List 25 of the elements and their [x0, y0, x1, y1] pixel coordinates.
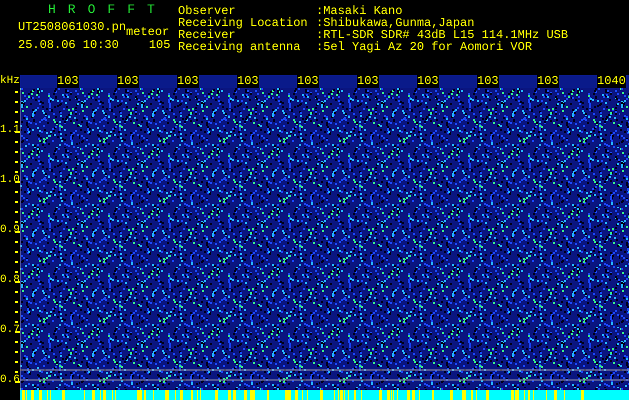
field-value: :RTL-SDR SDR# 43dB L15 114.1MHz USB — [316, 29, 568, 41]
echo-count: 105 — [148, 38, 170, 52]
axis-label: 103 — [417, 74, 439, 88]
file-name: UT2508061030.pn — [18, 20, 126, 34]
date-time: 25.08.06 10:30 — [18, 38, 119, 52]
axis-label: 103 — [477, 74, 499, 88]
axis-label: 103 — [537, 74, 559, 88]
axis-label: 1040 — [597, 74, 626, 88]
axis-label: 103 — [117, 74, 139, 88]
axis-unit: kHz — [0, 75, 21, 88]
field-value: :5el Yagi Az 20 for Aomori VOR — [316, 41, 532, 53]
field-value: :Masaki Kano — [316, 5, 402, 17]
axis-label: 103 — [357, 74, 379, 88]
axis-label: 103 — [57, 74, 79, 88]
field-label: Receiver — [178, 29, 236, 41]
axis-label: 103 — [297, 74, 319, 88]
field-label: Receiving Location — [178, 17, 309, 29]
field-label: Receiving antenna — [178, 41, 302, 53]
event-type: meteor — [126, 25, 170, 39]
app-title: HROFFT — [47, 4, 168, 19]
axis-label: 103 — [177, 74, 199, 88]
field-value: :Shibukawa,Gunma,Japan — [316, 17, 474, 29]
field-label: Observer — [178, 5, 236, 17]
axis-label: 0.7 — [0, 324, 20, 336]
axis-label: 103 — [237, 74, 259, 88]
